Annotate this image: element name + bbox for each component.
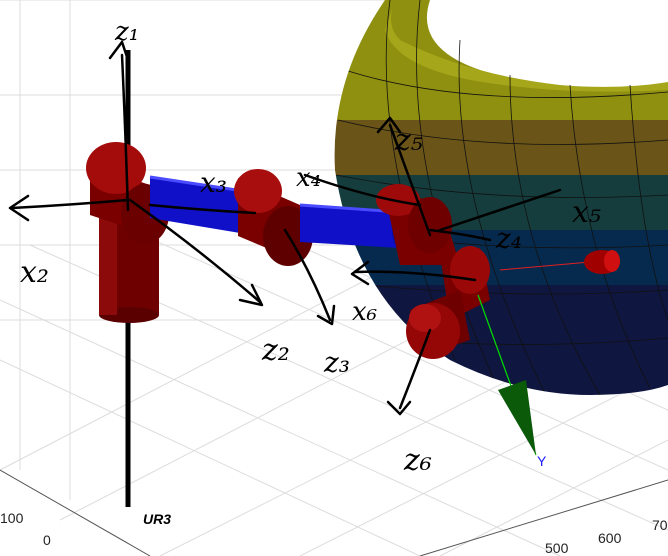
label-z6: z₆ xyxy=(403,443,432,478)
label-x3: x₃ xyxy=(200,166,227,199)
tick-label-600: 600 xyxy=(598,530,622,546)
robot-name-label: UR3 xyxy=(143,511,171,527)
y-axis-arrowhead xyxy=(498,380,536,455)
tick-label-500: 500 xyxy=(545,540,569,556)
tick-label-700: 70 xyxy=(652,517,668,533)
label-x5: x₅ xyxy=(572,195,601,230)
label-x6: x₆ xyxy=(352,297,377,327)
label-z2: z₂ xyxy=(261,333,290,368)
label-z3: z₃ xyxy=(323,346,350,379)
label-x4: x₄ xyxy=(296,163,321,193)
robot-scene: 100 0 500 600 70 Y z₁ x₂ z₂ x₃ z₃ x₄ z₄ … xyxy=(0,0,668,556)
tick-label-100: 100 xyxy=(0,510,24,526)
workspace-sphere xyxy=(334,0,668,395)
label-z4: z₄ xyxy=(495,222,522,255)
y-axis-label: Y xyxy=(537,453,547,469)
label-z1: z₁ xyxy=(114,17,139,47)
label-x2: x₂ xyxy=(20,255,49,290)
label-z5: z₅ xyxy=(394,123,423,158)
tick-label-0: 0 xyxy=(43,532,51,548)
